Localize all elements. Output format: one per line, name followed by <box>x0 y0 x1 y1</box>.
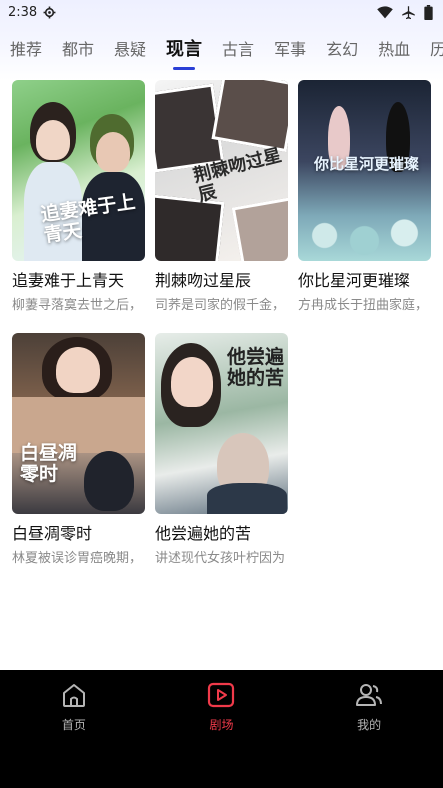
nav-home[interactable]: 首页 <box>19 680 129 788</box>
cover-title-art: 他尝遍她的苦 <box>227 346 285 389</box>
drama-grid: 追妻难于上青天 追妻难于上青天 柳萋寻落寞去世之后， 荆棘吻过星辰 荆棘吻过星辰… <box>12 80 432 568</box>
card-title: 他尝遍她的苦 <box>155 524 252 543</box>
drama-card[interactable]: 他尝遍她的苦 他尝遍她的苦 讲述现代女孩叶柠因为 <box>155 333 288 568</box>
cover-figure <box>207 483 287 514</box>
nav-profile-label: 我的 <box>357 718 382 732</box>
status-bar: 2:38 <box>0 0 443 24</box>
nav-profile[interactable]: 我的 <box>314 680 424 788</box>
play-icon <box>208 682 235 708</box>
drama-card[interactable]: 白昼凋零时 白昼凋零时 林夏被误诊胃癌晚期， <box>12 333 145 568</box>
cover-balloons <box>298 210 431 261</box>
tab-modern-romance[interactable]: 现言 <box>156 30 202 70</box>
card-desc: 柳萋寻落寞去世之后， <box>12 298 143 313</box>
tab-passion[interactable]: 热血 <box>368 30 410 70</box>
nav-home-label: 首页 <box>61 718 86 732</box>
settings-icon <box>43 6 56 18</box>
cover-figure <box>36 120 70 160</box>
battery-icon <box>424 4 433 20</box>
cover-figure <box>96 132 130 172</box>
card-title: 荆棘吻过星辰 <box>155 271 252 290</box>
cover-photo-frame <box>155 194 225 261</box>
tab-fantasy[interactable]: 玄幻 <box>316 30 358 70</box>
card-desc: 讲述现代女孩叶柠因为 <box>155 551 286 566</box>
tab-recommend[interactable]: 推荐 <box>0 30 42 70</box>
nav-theater[interactable]: 剧场 <box>166 680 276 788</box>
drama-card[interactable]: 荆棘吻过星辰 荆棘吻过星辰 司荞是司家的假千金， <box>155 80 288 315</box>
home-icon <box>62 684 85 707</box>
tab-urban[interactable]: 都市 <box>52 30 94 70</box>
drama-cover[interactable]: 他尝遍她的苦 <box>155 333 288 514</box>
card-desc: 方冉成长于扭曲家庭， <box>298 298 429 313</box>
card-desc: 司荞是司家的假千金， <box>155 298 286 313</box>
cover-figure <box>84 451 134 511</box>
cover-photo-frame <box>211 80 288 153</box>
category-tabs: 推荐 都市 悬疑 现言 古言 军事 玄幻 热血 历史 <box>0 30 443 70</box>
drama-card[interactable]: 追妻难于上青天 追妻难于上青天 柳萋寻落寞去世之后， <box>12 80 145 315</box>
card-title: 白昼凋零时 <box>12 524 93 543</box>
card-title: 追妻难于上青天 <box>12 271 125 290</box>
wifi-icon <box>377 5 393 18</box>
card-desc: 林夏被误诊胃癌晚期， <box>12 551 143 566</box>
card-title: 你比星河更璀璨 <box>298 271 411 290</box>
airplane-icon <box>402 5 415 19</box>
drama-cover[interactable]: 追妻难于上青天 <box>12 80 145 261</box>
tab-ancient-romance[interactable]: 古言 <box>212 30 254 70</box>
tab-history[interactable]: 历史 <box>420 30 443 70</box>
nav-theater-label: 剧场 <box>209 718 234 732</box>
drama-card[interactable]: 你比星河更璀璨 你比星河更璀璨 方冉成长于扭曲家庭， <box>298 80 431 315</box>
drama-cover[interactable]: 白昼凋零时 <box>12 333 145 514</box>
cover-photo-frame <box>231 197 288 261</box>
drama-cover[interactable]: 你比星河更璀璨 <box>298 80 431 261</box>
user-icon <box>356 684 383 706</box>
tab-military[interactable]: 军事 <box>264 30 306 70</box>
bottom-nav: 首页 剧场 我的 <box>0 670 443 788</box>
cover-title-art: 白昼凋零时 <box>20 442 78 485</box>
tab-suspense[interactable]: 悬疑 <box>104 30 146 70</box>
drama-cover[interactable]: 荆棘吻过星辰 <box>155 80 288 261</box>
cover-figure <box>56 347 100 393</box>
status-time: 2:38 <box>8 4 38 20</box>
cover-figure <box>171 357 213 407</box>
cover-title-art: 你比星河更璀璨 <box>314 155 420 173</box>
